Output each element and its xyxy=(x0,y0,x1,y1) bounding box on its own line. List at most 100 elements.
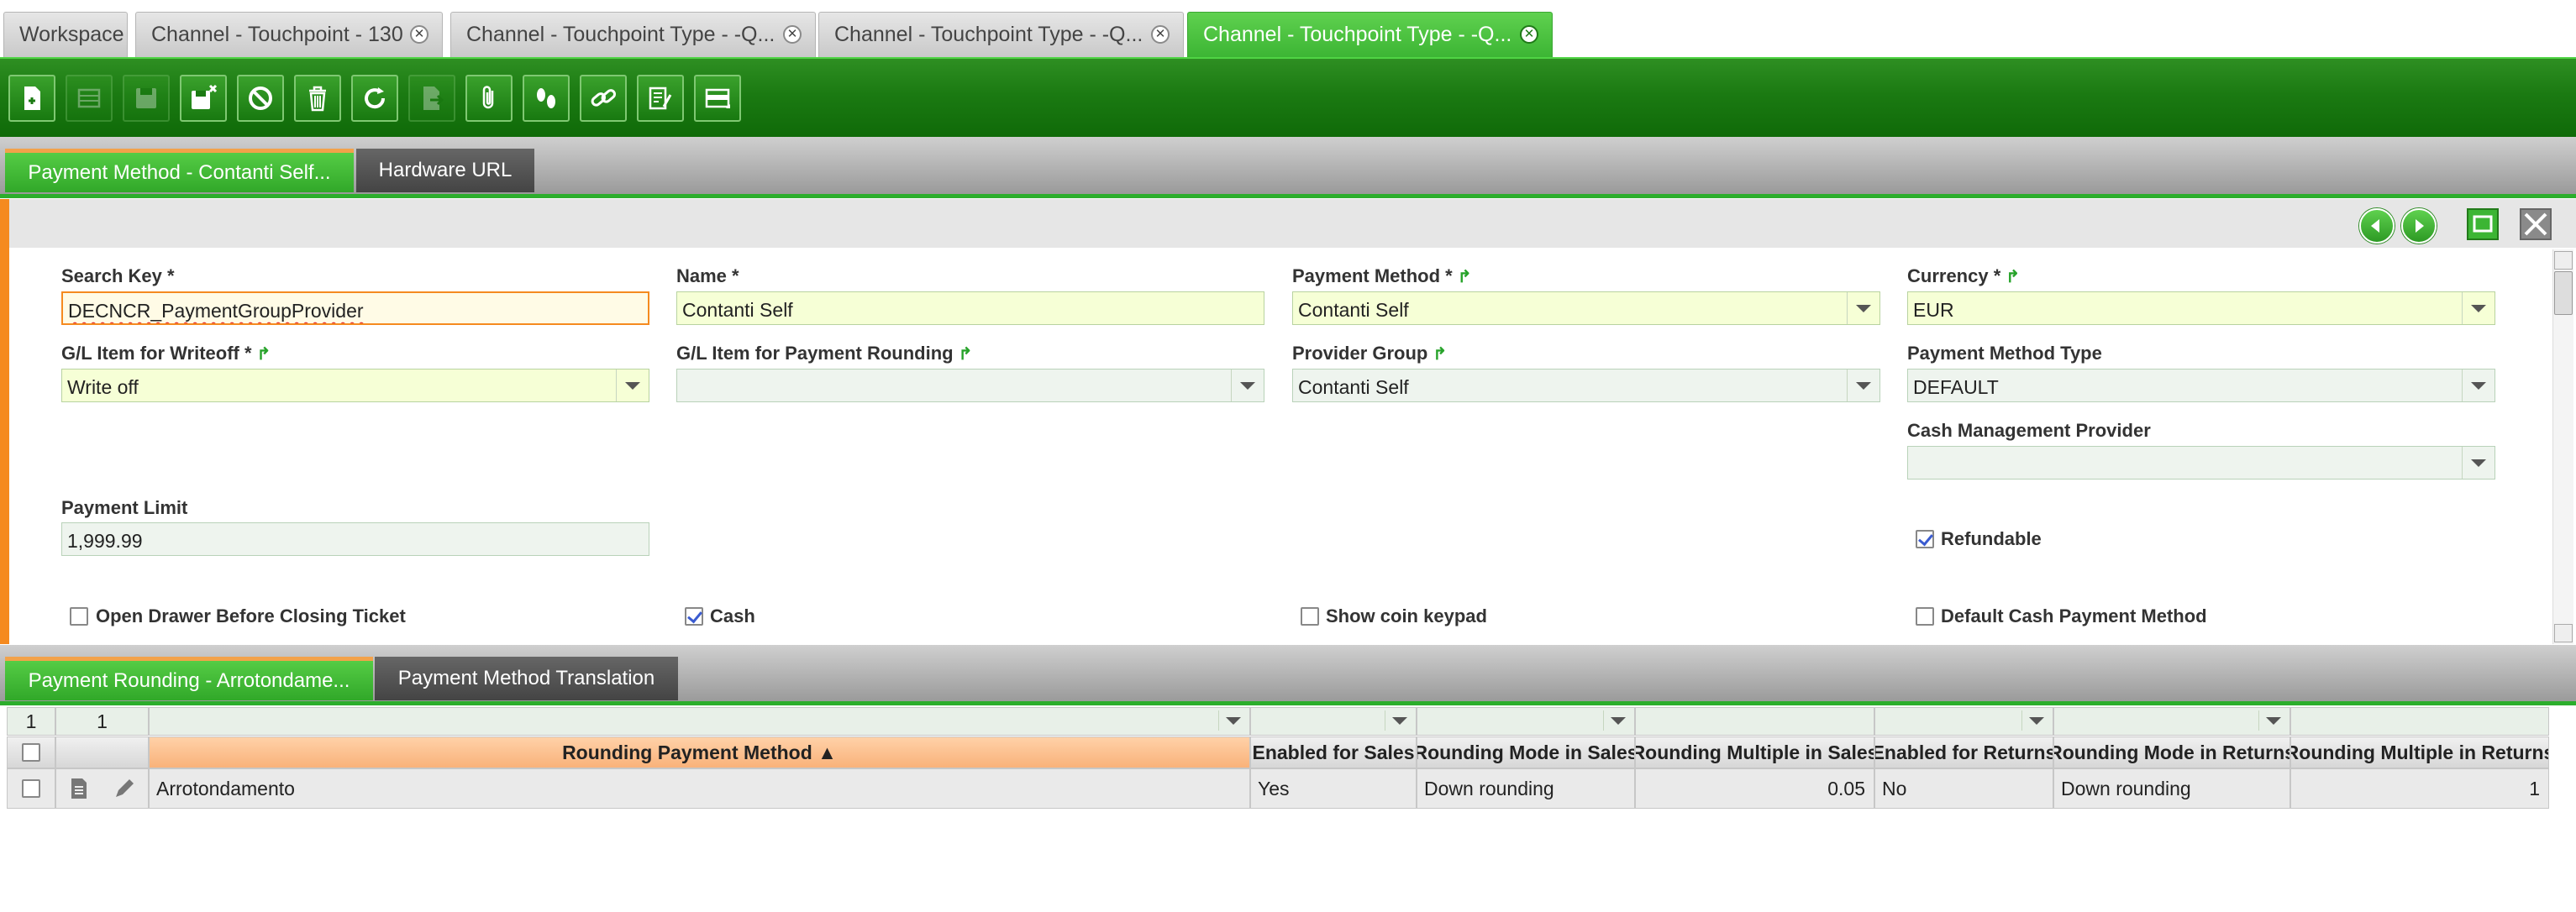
gl-writeoff-value: Write off xyxy=(67,376,139,398)
tab-workspace[interactable]: Workspace xyxy=(3,12,128,57)
header-rounding-mode-returns[interactable]: Rounding Mode in Returns xyxy=(2053,736,2290,768)
chevron-down-icon[interactable] xyxy=(2021,710,2051,731)
chevron-down-icon[interactable] xyxy=(2462,447,2495,479)
filter-rounding-multiple-returns[interactable] xyxy=(2290,707,2549,736)
close-form-button[interactable] xyxy=(2520,208,2552,240)
table-cell[interactable]: 0.05 xyxy=(1635,768,1874,809)
chevron-down-icon[interactable] xyxy=(1385,710,1414,731)
previous-record-button[interactable] xyxy=(2359,208,2395,244)
form-scrollbar[interactable] xyxy=(2552,249,2573,644)
filter-rounding-mode-returns[interactable] xyxy=(2053,707,2290,736)
close-icon[interactable]: ✕ xyxy=(410,25,428,44)
table-cell[interactable]: 1 xyxy=(2290,768,2549,809)
scroll-thumb[interactable] xyxy=(2554,271,2573,315)
tab-touchpoint-type-3[interactable]: Channel - Touchpoint Type - -Q... ✕ xyxy=(1187,12,1553,57)
link-arrow-icon[interactable]: ↱ xyxy=(959,345,973,364)
gl-writeoff-select[interactable]: Write off xyxy=(61,369,649,402)
chevron-down-icon[interactable] xyxy=(2462,292,2495,324)
tab-payment-method[interactable]: Payment Method - Contanti Self... xyxy=(5,149,354,192)
gl-writeoff-label: G/L Item for Writeoff * ↱ xyxy=(61,343,271,364)
filter-enabled-for-sales[interactable] xyxy=(1250,707,1417,736)
chevron-down-icon[interactable] xyxy=(616,370,649,401)
export-icon xyxy=(423,86,444,110)
audit-trail-button[interactable] xyxy=(523,75,570,122)
scroll-down-button[interactable] xyxy=(2554,624,2573,642)
export-button[interactable] xyxy=(408,75,455,122)
tab-touchpoint-type-1[interactable]: Channel - Touchpoint Type - -Q... ✕ xyxy=(450,12,816,57)
header-rounding-multiple-returns[interactable]: Rounding Multiple in Returns xyxy=(2290,736,2549,768)
show-coin-keypad-checkbox[interactable] xyxy=(1301,607,1319,626)
cash-checkbox[interactable] xyxy=(685,607,703,626)
default-cash-label: Default Cash Payment Method xyxy=(1941,605,2207,626)
save-close-button[interactable] xyxy=(180,75,227,122)
link-arrow-icon[interactable]: ↱ xyxy=(1458,268,1472,286)
close-icon[interactable]: ✕ xyxy=(1520,25,1538,44)
header-rounding-payment-method[interactable]: Rounding Payment Method ▲ xyxy=(149,736,1250,768)
table-cell[interactable]: Down rounding xyxy=(1417,768,1635,809)
provider-group-select[interactable]: Contanti Self xyxy=(1292,369,1880,402)
select-all-checkbox[interactable] xyxy=(22,743,40,762)
table-cell[interactable]: Down rounding xyxy=(2053,768,2290,809)
open-drawer-checkbox[interactable] xyxy=(70,607,88,626)
filter-enabled-for-returns[interactable] xyxy=(1874,707,2053,736)
gl-rounding-select[interactable] xyxy=(676,369,1264,402)
close-icon[interactable]: ✕ xyxy=(1151,25,1170,44)
sort-ascending-icon: ▲ xyxy=(817,741,837,763)
grid-view-button[interactable] xyxy=(66,75,113,122)
payment-method-value: Contanti Self xyxy=(1298,299,1409,321)
filter-rounding-multiple-sales[interactable] xyxy=(1635,707,1874,736)
chevron-down-icon[interactable] xyxy=(1603,710,1632,731)
link-button[interactable] xyxy=(580,75,627,122)
chevron-down-icon[interactable] xyxy=(1847,370,1879,401)
scroll-up-button[interactable] xyxy=(2554,251,2573,270)
section-tab-strip-2: Payment Rounding - Arrotondame... Paymen… xyxy=(0,645,2576,702)
table-cell[interactable]: Arrotondamento xyxy=(149,768,1250,809)
new-document-button[interactable] xyxy=(8,75,55,122)
refresh-button[interactable] xyxy=(351,75,398,122)
save-button[interactable] xyxy=(123,75,170,122)
tab-hardware-url[interactable]: Hardware URL xyxy=(356,149,534,192)
next-record-button[interactable] xyxy=(2401,208,2437,244)
header-rounding-mode-sales[interactable]: Rounding Mode in Sales xyxy=(1417,736,1635,768)
tab-label: Channel - Touchpoint Type - -Q... xyxy=(1203,23,1512,46)
tab-payment-method-translation[interactable]: Payment Method Translation xyxy=(375,657,678,700)
open-form-icon[interactable] xyxy=(67,776,91,801)
payment-method-select[interactable]: Contanti Self xyxy=(1292,291,1880,325)
payment-limit-field[interactable]: 1,999.99 xyxy=(61,522,649,556)
process-button[interactable] xyxy=(637,75,684,122)
search-key-field[interactable]: DECNCR_PaymentGroupProvider xyxy=(61,291,649,325)
header-enabled-for-returns[interactable]: Enabled for Returns xyxy=(1874,736,2053,768)
attachment-button[interactable] xyxy=(465,75,513,122)
maximize-button[interactable] xyxy=(2467,208,2499,240)
table-cell[interactable]: No xyxy=(1874,768,2053,809)
undo-icon xyxy=(249,86,272,110)
delete-button[interactable] xyxy=(294,75,341,122)
link-arrow-icon[interactable]: ↱ xyxy=(2006,268,2020,286)
currency-select[interactable]: EUR xyxy=(1907,291,2495,325)
payment-method-type-select[interactable]: DEFAULT xyxy=(1907,369,2495,402)
name-field[interactable]: Contanti Self xyxy=(676,291,1264,325)
chevron-down-icon[interactable] xyxy=(2462,370,2495,401)
refundable-checkbox[interactable] xyxy=(1916,530,1934,548)
undo-button[interactable] xyxy=(237,75,284,122)
cash-mgmt-provider-select[interactable] xyxy=(1907,446,2495,480)
tab-touchpoint-130[interactable]: Channel - Touchpoint - 130 ✕ xyxy=(135,12,443,57)
link-arrow-icon[interactable]: ↱ xyxy=(1433,345,1447,364)
chevron-down-icon[interactable] xyxy=(1231,370,1264,401)
chevron-down-icon[interactable] xyxy=(2258,710,2288,731)
tab-touchpoint-type-2[interactable]: Channel - Touchpoint Type - -Q... ✕ xyxy=(818,12,1184,57)
filter-rounding-payment-method[interactable] xyxy=(149,707,1250,736)
table-cell[interactable]: Yes xyxy=(1250,768,1417,809)
chevron-down-icon[interactable] xyxy=(1847,292,1879,324)
chevron-down-icon[interactable] xyxy=(1218,710,1248,731)
header-enabled-for-sales[interactable]: Enabled for Sales xyxy=(1250,736,1417,768)
tab-config-button[interactable] xyxy=(694,75,741,122)
header-rounding-multiple-sales[interactable]: Rounding Multiple in Sales xyxy=(1635,736,1874,768)
edit-pencil-icon[interactable] xyxy=(112,776,137,801)
tab-payment-rounding[interactable]: Payment Rounding - Arrotondame... xyxy=(5,657,373,700)
link-arrow-icon[interactable]: ↱ xyxy=(257,345,271,364)
filter-rounding-mode-sales[interactable] xyxy=(1417,707,1635,736)
close-icon[interactable]: ✕ xyxy=(783,25,802,44)
row-checkbox[interactable] xyxy=(22,779,40,798)
default-cash-checkbox[interactable] xyxy=(1916,607,1934,626)
